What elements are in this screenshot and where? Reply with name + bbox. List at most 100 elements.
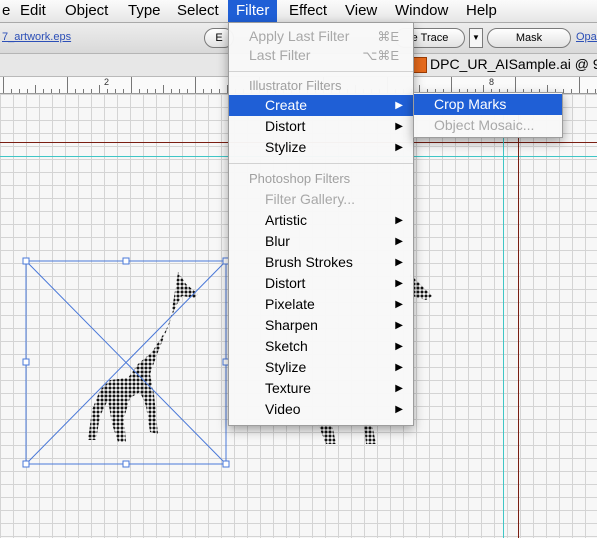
photoshop-sharpen-item[interactable]: Sharpen ▶ [229,315,413,336]
ruler-tick [67,77,68,93]
photoshop-stylize-item[interactable]: Stylize ▶ [229,357,413,378]
menu-item-label: Distort [265,118,306,134]
menu-item-label: Sketch [265,338,308,354]
mask-button[interactable]: Mask [487,28,571,48]
ruler-tick [27,89,28,93]
illustrator-distort-item[interactable]: Distort ▶ [229,116,413,137]
ruler-tick [91,89,92,93]
menu-separator [229,163,413,164]
photoshop-pixelate-item[interactable]: Pixelate ▶ [229,294,413,315]
menu-edit[interactable]: Edit [20,0,46,22]
photoshop-filters-header: Photoshop Filters [249,171,351,186]
menu-item-label: Crop Marks [434,96,507,112]
ruler-tick [139,89,140,93]
ruler-tick [75,89,76,93]
menu-item-label: Create [265,97,308,113]
submenu-arrow-icon: ▶ [395,383,403,394]
menu-item-label: Filter Gallery... [265,191,355,207]
shortcut-label: ⌘E [377,29,399,44]
menu-item-label: Artistic [265,212,307,228]
menu-help[interactable]: Help [466,0,497,22]
ruler-tick [163,85,164,93]
menu-item-label: Distort [265,275,306,291]
ruler-tick [147,89,148,93]
photoshop-sketch-item[interactable]: Sketch ▶ [229,336,413,357]
submenu-arrow-icon: ▶ [395,215,403,226]
menu-item-label: Last Filter [249,47,311,63]
opacity-link[interactable]: Opac [576,31,597,43]
ruler-tick [515,77,516,93]
ruler-tick [219,89,220,93]
shortcut-label: ⌥⌘E [362,48,399,63]
ruler-tick [579,77,580,93]
menu-item-label: Texture [265,380,311,396]
submenu-arrow-icon: ▶ [395,404,403,415]
menu-select[interactable]: Select [177,0,219,22]
ruler-tick [595,89,596,93]
ruler-tick [43,89,44,93]
ruler-tick [59,89,60,93]
ruler-tick [99,85,100,93]
ruler-tick [571,89,572,93]
submenu-arrow-icon: ▶ [395,299,403,310]
menu-type[interactable]: Type [128,0,161,22]
submenu-arrow-icon: ▶ [395,257,403,268]
ruler-tick [123,89,124,93]
photoshop-video-item[interactable]: Video ▶ [229,399,413,420]
ruler-tick [11,89,12,93]
selection-bounding-box[interactable] [25,260,227,465]
ruler-tick [587,89,588,93]
ruler-tick [187,89,188,93]
menu-window[interactable]: Window [395,0,448,22]
ruler-tick [51,89,52,93]
crop-marks-item[interactable]: Crop Marks [414,94,562,115]
submenu-arrow-icon: ▶ [395,142,403,153]
photoshop-artistic-item[interactable]: Artistic ▶ [229,210,413,231]
menu-item-label: Stylize [265,359,307,375]
ruler-tick [211,89,212,93]
menu-effect[interactable]: Effect [289,0,327,22]
ruler-tick [19,89,20,93]
create-submenu: Crop Marks Object Mosaic... [413,92,563,138]
ruler-tick [115,89,116,93]
ruler-label: 2 [104,77,110,87]
ruler-tick [203,89,204,93]
menu-item-label: Blur [265,233,290,249]
menu-file[interactable]: e [2,0,10,22]
trace-options-dropdown[interactable]: ▼ [469,28,483,48]
filter-gallery-item[interactable]: Filter Gallery... [229,189,413,210]
last-filter-item[interactable]: Last Filter ⌥⌘E [229,45,413,66]
photoshop-distort-item[interactable]: Distort ▶ [229,273,413,294]
photoshop-texture-item[interactable]: Texture ▶ [229,378,413,399]
ruler-tick [195,77,196,93]
apply-last-filter-item[interactable]: Apply Last Filter ⌘E [229,26,413,47]
menu-view[interactable]: View [345,0,377,22]
ruler-tick [107,89,108,93]
illustrator-filters-header: Illustrator Filters [249,78,342,93]
ruler-tick [171,89,172,93]
submenu-arrow-icon: ▶ [395,100,403,111]
illustrator-create-item[interactable]: Create ▶ [229,95,413,116]
linked-file-link[interactable]: 7_artwork.eps [2,31,71,43]
ruler-tick [3,77,4,93]
ruler-tick [179,89,180,93]
menu-item-label: Apply Last Filter [249,28,350,44]
illustrator-stylize-item[interactable]: Stylize ▶ [229,137,413,158]
submenu-arrow-icon: ▶ [395,121,403,132]
menu-separator [229,71,413,72]
menu-item-label: Brush Strokes [265,254,353,270]
ruler-label: 8 [489,77,495,87]
submenu-arrow-icon: ▶ [395,320,403,331]
submenu-arrow-icon: ▶ [395,236,403,247]
menu-bar: e Edit Object Type Select Filter Effect … [0,0,597,23]
ruler-tick [451,77,452,93]
filter-menu: Apply Last Filter ⌘E Last Filter ⌥⌘E Ill… [228,22,414,426]
submenu-arrow-icon: ▶ [395,362,403,373]
object-mosaic-item[interactable]: Object Mosaic... [414,115,562,136]
menu-filter[interactable]: Filter [228,0,278,22]
menu-item-label: Video [265,401,301,417]
photoshop-brush-strokes-item[interactable]: Brush Strokes ▶ [229,252,413,273]
photoshop-blur-item[interactable]: Blur ▶ [229,231,413,252]
ruler-tick [83,89,84,93]
menu-object[interactable]: Object [65,0,108,22]
